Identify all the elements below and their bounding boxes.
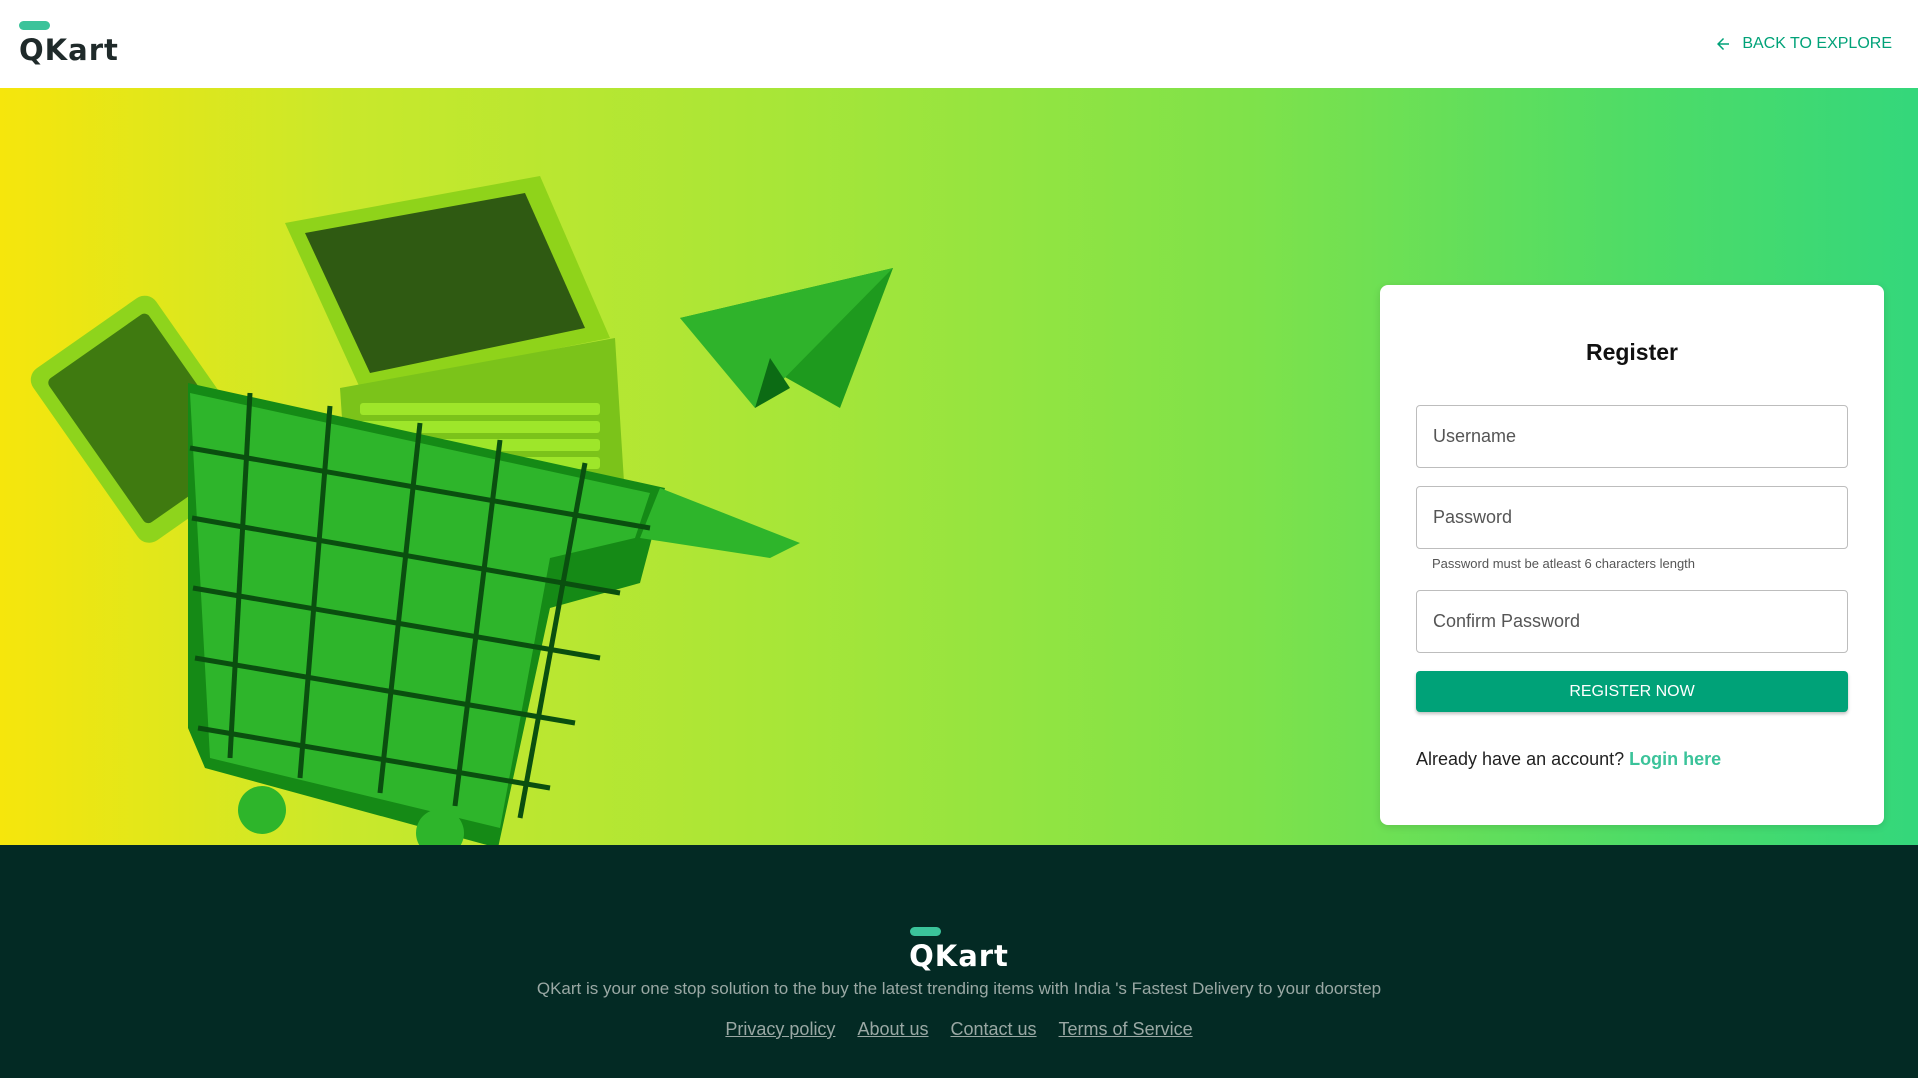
password-helper-text: Password must be atleast 6 characters le… [1432, 556, 1696, 571]
footer-qkart-logo: QKart [909, 927, 1009, 973]
username-field[interactable] [1416, 405, 1848, 468]
about-us-link[interactable]: About us [857, 1019, 928, 1040]
footer-logo-text: QKart [909, 939, 1009, 973]
contact-us-link[interactable]: Contact us [951, 1019, 1037, 1040]
password-field[interactable] [1416, 486, 1848, 549]
shopping-cart-icon [188, 383, 800, 845]
privacy-policy-link[interactable]: Privacy policy [725, 1019, 835, 1040]
arrow-left-icon [1717, 38, 1730, 50]
confirm-password-field[interactable] [1416, 590, 1848, 653]
hero-banner: Register Password must be atleast 6 char… [0, 88, 1918, 845]
register-title: Register [1585, 339, 1679, 365]
paper-plane-icon [680, 268, 893, 408]
account-prompt-text: Already have an account? [1416, 749, 1625, 769]
logo-accent-bar [19, 21, 50, 30]
confirm-password-input[interactable] [1433, 611, 1831, 632]
footer-links: Privacy policy About us Contact us Terms… [725, 1019, 1192, 1040]
register-now-button[interactable]: REGISTER NOW [1416, 671, 1848, 712]
footer-logo-accent-bar [910, 927, 942, 936]
password-input[interactable] [1433, 507, 1831, 528]
username-input[interactable] [1433, 426, 1831, 447]
terms-of-service-link[interactable]: Terms of Service [1059, 1019, 1193, 1040]
footer-tagline: QKart is your one stop solution to the b… [536, 979, 1382, 998]
back-to-explore-button[interactable]: BACK TO EXPLORE [1714, 35, 1892, 53]
login-prompt: Already have an account? Login here [1416, 749, 1848, 770]
logo-text: QKart [19, 33, 119, 67]
footer: QKart QKart is your one stop solution to… [0, 845, 1918, 1078]
qkart-logo[interactable]: QKart [19, 21, 119, 67]
back-to-explore-label: BACK TO EXPLORE [1742, 35, 1892, 52]
shopping-illustration [30, 176, 893, 845]
register-card: Register Password must be atleast 6 char… [1380, 285, 1884, 825]
top-header: QKart BACK TO EXPLORE [0, 0, 1918, 88]
login-here-link[interactable]: Login here [1629, 749, 1721, 769]
